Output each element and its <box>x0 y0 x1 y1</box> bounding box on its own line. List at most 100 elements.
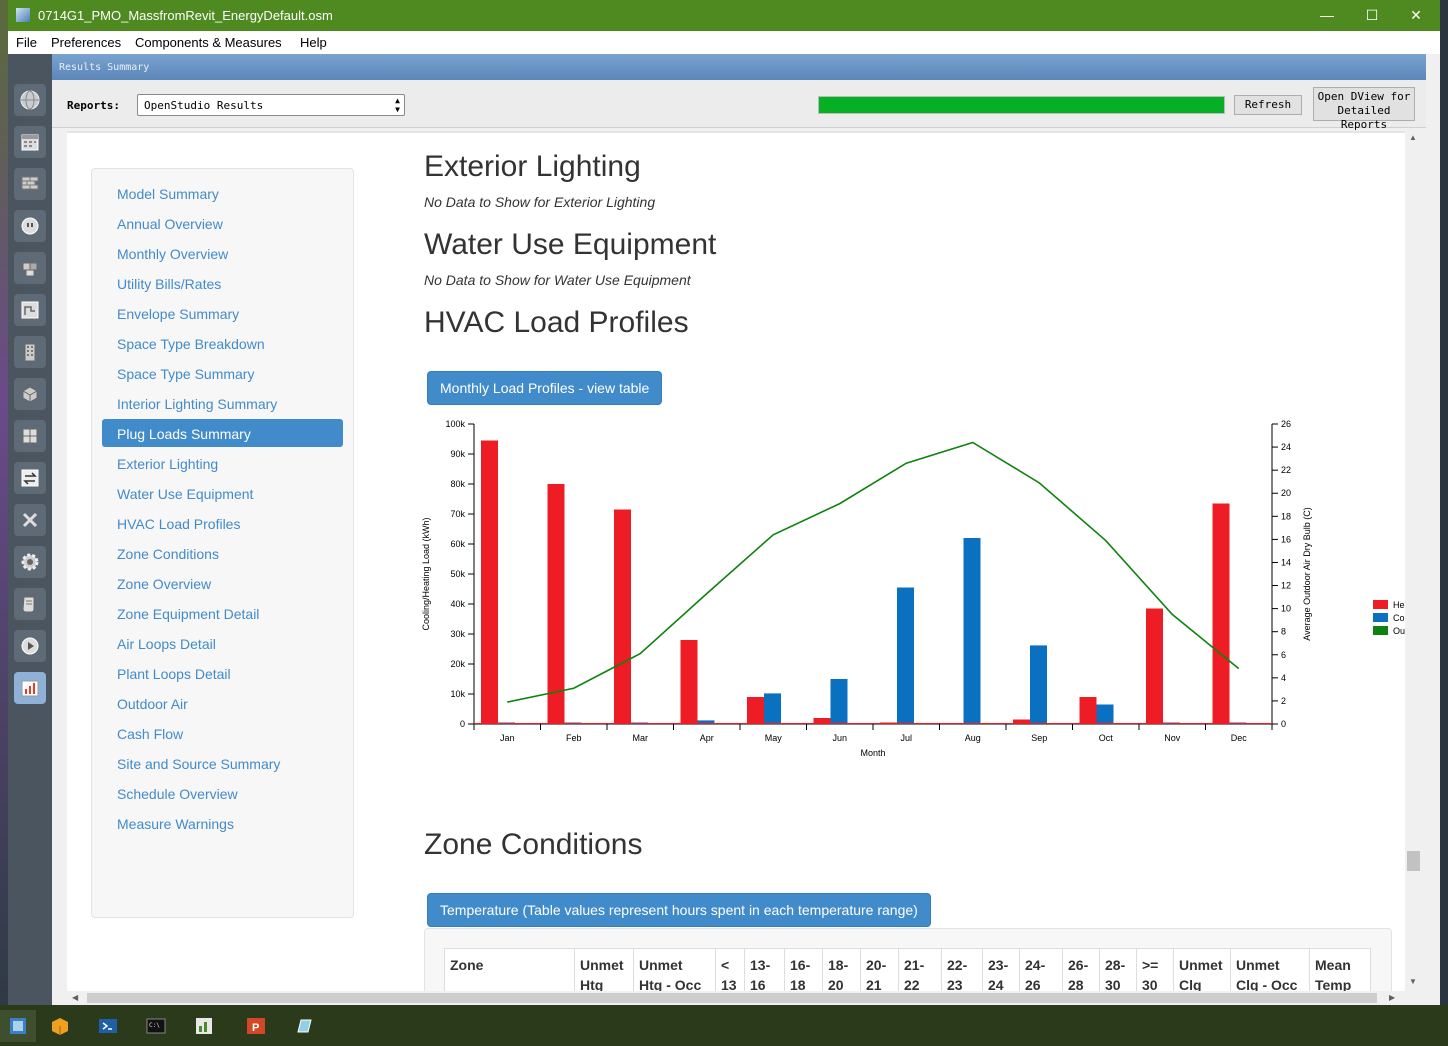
nav-item-zone-conditions[interactable]: Zone Conditions <box>102 539 343 567</box>
building-summary-tab-button[interactable] <box>14 504 46 536</box>
bar-co-oct <box>1096 704 1114 724</box>
nav-item-cash-flow[interactable]: Cash Flow <box>102 719 343 747</box>
table-header-text: 16 <box>750 977 766 991</box>
scroll-right-icon[interactable]: ▶ <box>1389 993 1395 1002</box>
reports-dropdown[interactable]: OpenStudio Results ▲ ▼ <box>137 94 405 116</box>
y-right-tick-label: 4 <box>1281 673 1286 683</box>
scroll-down-icon[interactable]: ▼ <box>1409 977 1417 986</box>
reports-label: Reports: <box>67 99 120 112</box>
nav-item-space-type-summary[interactable]: Space Type Summary <box>102 359 343 387</box>
nav-item-water-use-equipment[interactable]: Water Use Equipment <box>102 479 343 507</box>
simulation-settings-tab-button[interactable] <box>14 588 46 620</box>
nav-item-exterior-lighting[interactable]: Exterior Lighting <box>102 449 343 477</box>
table-header-text: Unmet <box>580 957 624 973</box>
nav-item-model-summary[interactable]: Model Summary <box>102 179 343 207</box>
loads-tab-button[interactable] <box>14 210 46 242</box>
vertical-toolbar <box>8 54 52 1005</box>
gear-icon <box>21 553 39 571</box>
nav-item-hvac-load-profiles[interactable]: HVAC Load Profiles <box>102 509 343 537</box>
taskbar-openstudio[interactable] <box>0 1010 36 1042</box>
menu-file[interactable]: File <box>16 35 37 50</box>
table-header-cell: 26- 28 <box>1062 948 1100 991</box>
hvac-systems-tab-button[interactable] <box>14 462 46 494</box>
nav-item-air-loops-detail[interactable]: Air Loops Detail <box>102 629 343 657</box>
table-header-cell: Zone <box>444 948 575 991</box>
menu-help[interactable]: Help <box>300 35 327 50</box>
y-tick-label: 0 <box>460 719 465 729</box>
outlet-icon <box>21 217 39 235</box>
report-side-nav: Model Summary Annual Overview Monthly Over… <box>91 168 354 918</box>
horizontal-scrollbar[interactable]: ◀ ▶ <box>67 991 1405 1005</box>
x-tick-label: Mar <box>633 733 649 743</box>
nav-item-outdoor-air[interactable]: Outdoor Air <box>102 689 343 717</box>
taskbar-chart-tool[interactable] <box>188 1010 220 1042</box>
nav-item-annual-overview[interactable]: Annual Overview <box>102 209 343 237</box>
table-header-cell: 23- 24 <box>982 948 1020 991</box>
nav-item-interior-lighting-summary[interactable]: Interior Lighting Summary <box>102 389 343 417</box>
bar-he-feb <box>547 484 565 724</box>
taskbar-powershell[interactable] <box>92 1010 124 1042</box>
maximize-button[interactable]: ☐ <box>1352 4 1392 26</box>
menu-components-measures[interactable]: Components & Measures <box>135 35 282 50</box>
legend-label-he: He <box>1393 600 1405 610</box>
scroll-left-icon[interactable]: ◀ <box>72 993 78 1002</box>
nav-item-plug-loads-summary[interactable]: Plug Loads Summary <box>102 419 343 447</box>
spaces-tab-button[interactable] <box>14 378 46 410</box>
progress-fill <box>819 97 1224 113</box>
table-header-text: Temp <box>1315 977 1352 991</box>
nav-item-envelope-summary[interactable]: Envelope Summary <box>102 299 343 327</box>
nav-item-monthly-overview[interactable]: Monthly Overview <box>102 239 343 267</box>
menu-preferences[interactable]: Preferences <box>51 35 121 50</box>
nav-item-space-type-breakdown[interactable]: Space Type Breakdown <box>102 329 343 357</box>
monthly-load-profiles-button[interactable]: Monthly Load Profiles - view table <box>427 371 663 405</box>
chart-tool-icon <box>196 1018 212 1034</box>
taskbar-powerpoint[interactable]: P <box>240 1010 272 1042</box>
temperature-table-button[interactable]: Temperature (Table values represent hour… <box>427 893 931 927</box>
site-tab-button[interactable] <box>14 84 46 116</box>
schedules-tab-button[interactable] <box>14 126 46 158</box>
nav-item-site-and-source-summary[interactable]: Site and Source Summary <box>102 749 343 777</box>
title-bar[interactable]: 0714G1_PMO_MassfromRevit_EnergyDefault.o… <box>8 0 1440 31</box>
nav-item-utility-bills-rates[interactable]: Utility Bills/Rates <box>102 269 343 297</box>
table-header-cell: Unmet Clg - Occ <box>1230 948 1310 991</box>
table-header-cell: >= 30 <box>1136 948 1174 991</box>
legend-label-co: Co <box>1393 613 1405 623</box>
taskbar-terminal[interactable]: C:\ <box>140 1010 172 1042</box>
table-header-text: Htg <box>580 977 604 991</box>
nav-item-plant-loops-detail[interactable]: Plant Loops Detail <box>102 659 343 687</box>
geometry-tab-button[interactable] <box>14 294 46 326</box>
constructions-tab-button[interactable] <box>14 168 46 200</box>
results-summary-tab-button[interactable] <box>14 672 46 704</box>
facility-tab-button[interactable] <box>14 336 46 368</box>
table-header-text: Zone <box>450 957 484 973</box>
water-use-note: No Data to Show for Water Use Equipment <box>424 272 691 288</box>
nav-item-zone-overview[interactable]: Zone Overview <box>102 569 343 597</box>
space-types-tab-button[interactable] <box>14 252 46 284</box>
vertical-scroll-thumb[interactable] <box>1407 851 1420 871</box>
powershell-icon <box>99 1019 117 1033</box>
refresh-button[interactable]: Refresh <box>1234 95 1302 115</box>
minimize-button[interactable]: — <box>1307 4 1347 26</box>
taskbar-notes[interactable] <box>288 1010 320 1042</box>
open-dview-button[interactable]: Open DView for Detailed Reports <box>1313 87 1415 131</box>
table-header-text: 21 <box>866 977 882 991</box>
y-tick-label: 40k <box>450 599 465 609</box>
thermal-zones-tab-button[interactable] <box>14 420 46 452</box>
x-tick-label: Jan <box>500 733 515 743</box>
run-simulation-tab-button[interactable] <box>14 630 46 662</box>
zones-icon <box>22 428 38 444</box>
vertical-scrollbar[interactable]: ▲ ▼ <box>1405 131 1422 991</box>
nav-item-schedule-overview[interactable]: Schedule Overview <box>102 779 343 807</box>
y-tick-label: 20k <box>450 659 465 669</box>
scroll-up-icon[interactable]: ▲ <box>1409 133 1417 142</box>
y-tick-label: 30k <box>450 629 465 639</box>
output-variables-tab-button[interactable] <box>14 546 46 578</box>
horizontal-scroll-thumb[interactable] <box>87 993 1377 1003</box>
nav-item-zone-equipment-detail[interactable]: Zone Equipment Detail <box>102 599 343 627</box>
updown-arrows-icon: ▲ ▼ <box>395 96 400 114</box>
taskbar-package[interactable] <box>44 1010 76 1042</box>
y-right-tick-label: 18 <box>1281 511 1291 521</box>
close-button[interactable]: ✕ <box>1396 4 1436 26</box>
table-header-text: Mean <box>1315 957 1351 973</box>
nav-item-measure-warnings[interactable]: Measure Warnings <box>102 809 343 837</box>
